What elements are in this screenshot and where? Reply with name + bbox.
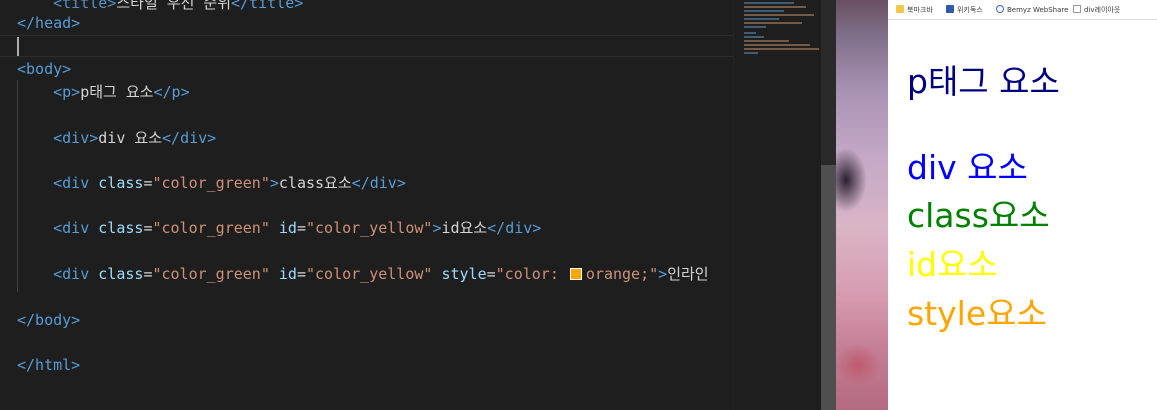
id-attr: id bbox=[278, 219, 297, 237]
minimap-line bbox=[744, 48, 819, 50]
bookmark-folder[interactable]: 북마크바 bbox=[896, 4, 933, 16]
minimap-line bbox=[744, 22, 802, 24]
wallpaper-image bbox=[836, 0, 888, 410]
output-p-element: p태그 요소 bbox=[907, 62, 1060, 101]
class-value: "color_green" bbox=[152, 265, 270, 283]
minimap-line bbox=[744, 2, 794, 4]
output-id-element: id요소 bbox=[907, 245, 998, 284]
class-attr: class bbox=[98, 265, 144, 283]
style-value-suffix: orange;" bbox=[585, 265, 659, 283]
code-line-head-close[interactable]: </head> bbox=[17, 12, 80, 34]
minimap-line bbox=[744, 52, 758, 54]
code-line-class-div[interactable]: <div class="color_green">class요소</div> bbox=[17, 172, 406, 194]
bookmark-label: div레이아웃 bbox=[1084, 6, 1121, 14]
minimap-line bbox=[744, 18, 779, 20]
div-content: div 요소 bbox=[98, 129, 163, 147]
output-style-element: style요소 bbox=[907, 294, 1047, 333]
page-icon bbox=[1073, 5, 1081, 13]
minimap-line bbox=[744, 6, 806, 8]
inline-content: 인라인 bbox=[667, 265, 709, 283]
bookmark-div-layout[interactable]: div레이아웃 bbox=[1073, 4, 1120, 16]
minimap-line bbox=[744, 36, 764, 38]
current-line-highlight bbox=[0, 35, 733, 57]
code-line-body-close[interactable]: </body> bbox=[17, 309, 80, 331]
id-value: "color_yellow" bbox=[306, 219, 433, 237]
class-content: class요소 bbox=[278, 174, 352, 192]
output-class-element: class요소 bbox=[907, 196, 1050, 235]
browser-window: 북마크바 위키독스 Bemyz WebShare div레이아웃 p태그 요소 … bbox=[888, 0, 1157, 410]
wikidocs-icon bbox=[946, 5, 954, 13]
class-value: "color_green" bbox=[152, 174, 270, 192]
minimap-line bbox=[744, 10, 784, 12]
code-editor[interactable]: <title>스타일 우선 순위</title> </head> <body> … bbox=[0, 0, 733, 410]
minimap-line bbox=[744, 14, 814, 16]
vertical-scrollbar[interactable] bbox=[821, 0, 836, 410]
text-cursor bbox=[17, 37, 19, 56]
bookmark-label: 위키독스 bbox=[957, 6, 983, 14]
minimap-line bbox=[744, 40, 789, 42]
bookmark-webshare[interactable]: Bemyz WebShare bbox=[996, 4, 1068, 16]
minimap-line bbox=[744, 44, 810, 46]
class-value: "color_green" bbox=[152, 219, 270, 237]
code-line-html-close[interactable]: </html> bbox=[17, 354, 80, 376]
class-attr: class bbox=[98, 219, 144, 237]
class-attr: class bbox=[98, 174, 144, 192]
code-line-id-div[interactable]: <div class="color_green" id="color_yello… bbox=[17, 217, 541, 239]
color-swatch-icon[interactable] bbox=[569, 268, 582, 280]
style-value-prefix: "color: bbox=[495, 265, 568, 283]
code-line-style-div[interactable]: <div class="color_green" id="color_yello… bbox=[17, 263, 709, 285]
scrollbar-thumb[interactable] bbox=[821, 165, 836, 410]
webshare-icon bbox=[996, 5, 1004, 13]
code-line-body-open[interactable]: <body> bbox=[17, 58, 71, 80]
minimap-line bbox=[744, 26, 766, 28]
code-line-p[interactable]: <p>p태그 요소</p> bbox=[17, 81, 189, 103]
style-attr: style bbox=[441, 265, 487, 283]
folder-icon bbox=[896, 5, 904, 13]
id-value: "color_yellow" bbox=[306, 265, 433, 283]
p-content: p태그 요소 bbox=[80, 83, 154, 101]
id-attr: id bbox=[278, 265, 297, 283]
minimap[interactable] bbox=[733, 0, 822, 410]
output-div-element: div 요소 bbox=[907, 148, 1028, 187]
id-content: id요소 bbox=[441, 219, 488, 237]
bookmark-label: Bemyz WebShare bbox=[1007, 6, 1069, 14]
bookmarks-bar: 북마크바 위키독스 Bemyz WebShare div레이아웃 bbox=[888, 0, 1157, 20]
bookmark-label: 북마크바 bbox=[907, 6, 933, 14]
code-line-div[interactable]: <div>div 요소</div> bbox=[17, 127, 216, 149]
minimap-line bbox=[744, 32, 756, 34]
bookmark-wikidocs[interactable]: 위키독스 bbox=[946, 4, 983, 16]
